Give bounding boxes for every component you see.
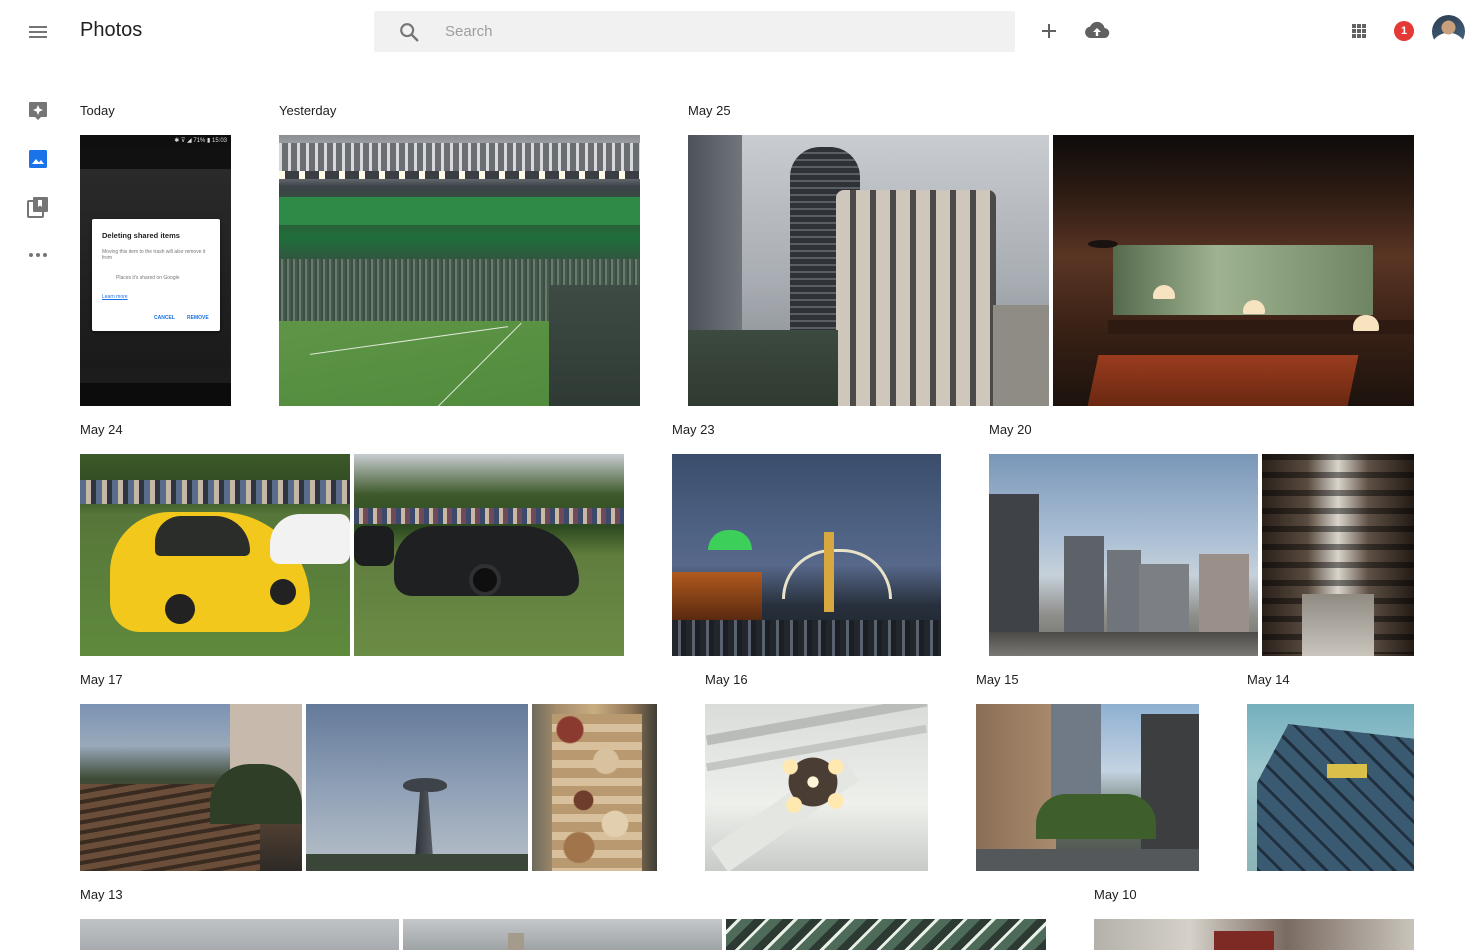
date-header: May 10 bbox=[1094, 887, 1137, 902]
notification-badge[interactable]: 1 bbox=[1394, 21, 1414, 41]
dialog-link: Learn more bbox=[102, 294, 128, 300]
date-header: Today bbox=[80, 103, 115, 118]
date-header: May 14 bbox=[1247, 672, 1290, 687]
assistant-icon[interactable] bbox=[26, 99, 50, 123]
app-title: Photos bbox=[80, 19, 143, 41]
date-header: Yesterday bbox=[279, 103, 337, 118]
search-input[interactable]: Search bbox=[445, 23, 493, 40]
date-header: May 16 bbox=[705, 672, 748, 687]
photo-thumbnail[interactable] bbox=[80, 919, 399, 950]
photo-thumbnail[interactable] bbox=[1262, 454, 1414, 656]
photo-thumbnail[interactable] bbox=[279, 135, 640, 406]
more-options-icon[interactable] bbox=[26, 243, 50, 267]
dialog-title: Deleting shared items bbox=[102, 231, 180, 240]
top-app-bar: Photos Search 1 bbox=[0, 0, 1474, 64]
account-avatar[interactable] bbox=[1432, 15, 1465, 48]
search-box[interactable]: Search bbox=[374, 11, 1015, 52]
dialog-remove: REMOVE bbox=[187, 315, 209, 321]
create-plus-icon[interactable] bbox=[1033, 15, 1065, 47]
photos-nav-icon[interactable] bbox=[26, 147, 50, 171]
photo-thumbnail[interactable] bbox=[306, 704, 528, 871]
phone-status-bar: ✱ ⊽ ◢ 71% ▮ 15:03 bbox=[174, 138, 227, 144]
date-header: May 25 bbox=[688, 103, 731, 118]
photo-thumbnail[interactable] bbox=[354, 454, 624, 656]
photo-thumbnail[interactable] bbox=[1094, 919, 1414, 950]
apps-grid-icon[interactable] bbox=[1343, 15, 1375, 47]
photo-thumbnail[interactable] bbox=[403, 919, 722, 950]
date-header: May 13 bbox=[80, 887, 123, 902]
photo-thumbnail[interactable]: ✱ ⊽ ◢ 71% ▮ 15:03 Deleting shared items … bbox=[80, 135, 231, 406]
upload-cloud-icon[interactable] bbox=[1081, 15, 1113, 47]
date-header: May 24 bbox=[80, 422, 123, 437]
photo-thumbnail[interactable] bbox=[976, 704, 1199, 871]
photo-thumbnail[interactable] bbox=[989, 454, 1258, 656]
photo-thumbnail[interactable] bbox=[80, 704, 302, 871]
photo-thumbnail[interactable] bbox=[688, 135, 1049, 406]
photo-thumbnail[interactable] bbox=[726, 919, 1046, 950]
date-header: May 20 bbox=[989, 422, 1032, 437]
search-icon bbox=[400, 23, 419, 42]
photo-thumbnail[interactable] bbox=[1053, 135, 1414, 406]
date-header: May 17 bbox=[80, 672, 123, 687]
albums-icon[interactable] bbox=[26, 195, 50, 219]
photo-thumbnail[interactable] bbox=[1247, 704, 1414, 871]
phone-dialog: Deleting shared items Moving this item t… bbox=[92, 219, 220, 331]
dialog-row: Places it's shared on Google bbox=[116, 275, 180, 281]
photo-thumbnail[interactable] bbox=[80, 454, 350, 656]
photo-thumbnail[interactable] bbox=[532, 704, 657, 871]
date-header: May 15 bbox=[976, 672, 1019, 687]
dialog-body: Moving this item to the trash will also … bbox=[102, 249, 206, 262]
date-header: May 23 bbox=[672, 422, 715, 437]
main-menu-icon[interactable] bbox=[22, 16, 54, 48]
dialog-cancel: CANCEL bbox=[154, 315, 175, 321]
photo-thumbnail[interactable] bbox=[672, 454, 941, 656]
photo-thumbnail[interactable] bbox=[705, 704, 928, 871]
